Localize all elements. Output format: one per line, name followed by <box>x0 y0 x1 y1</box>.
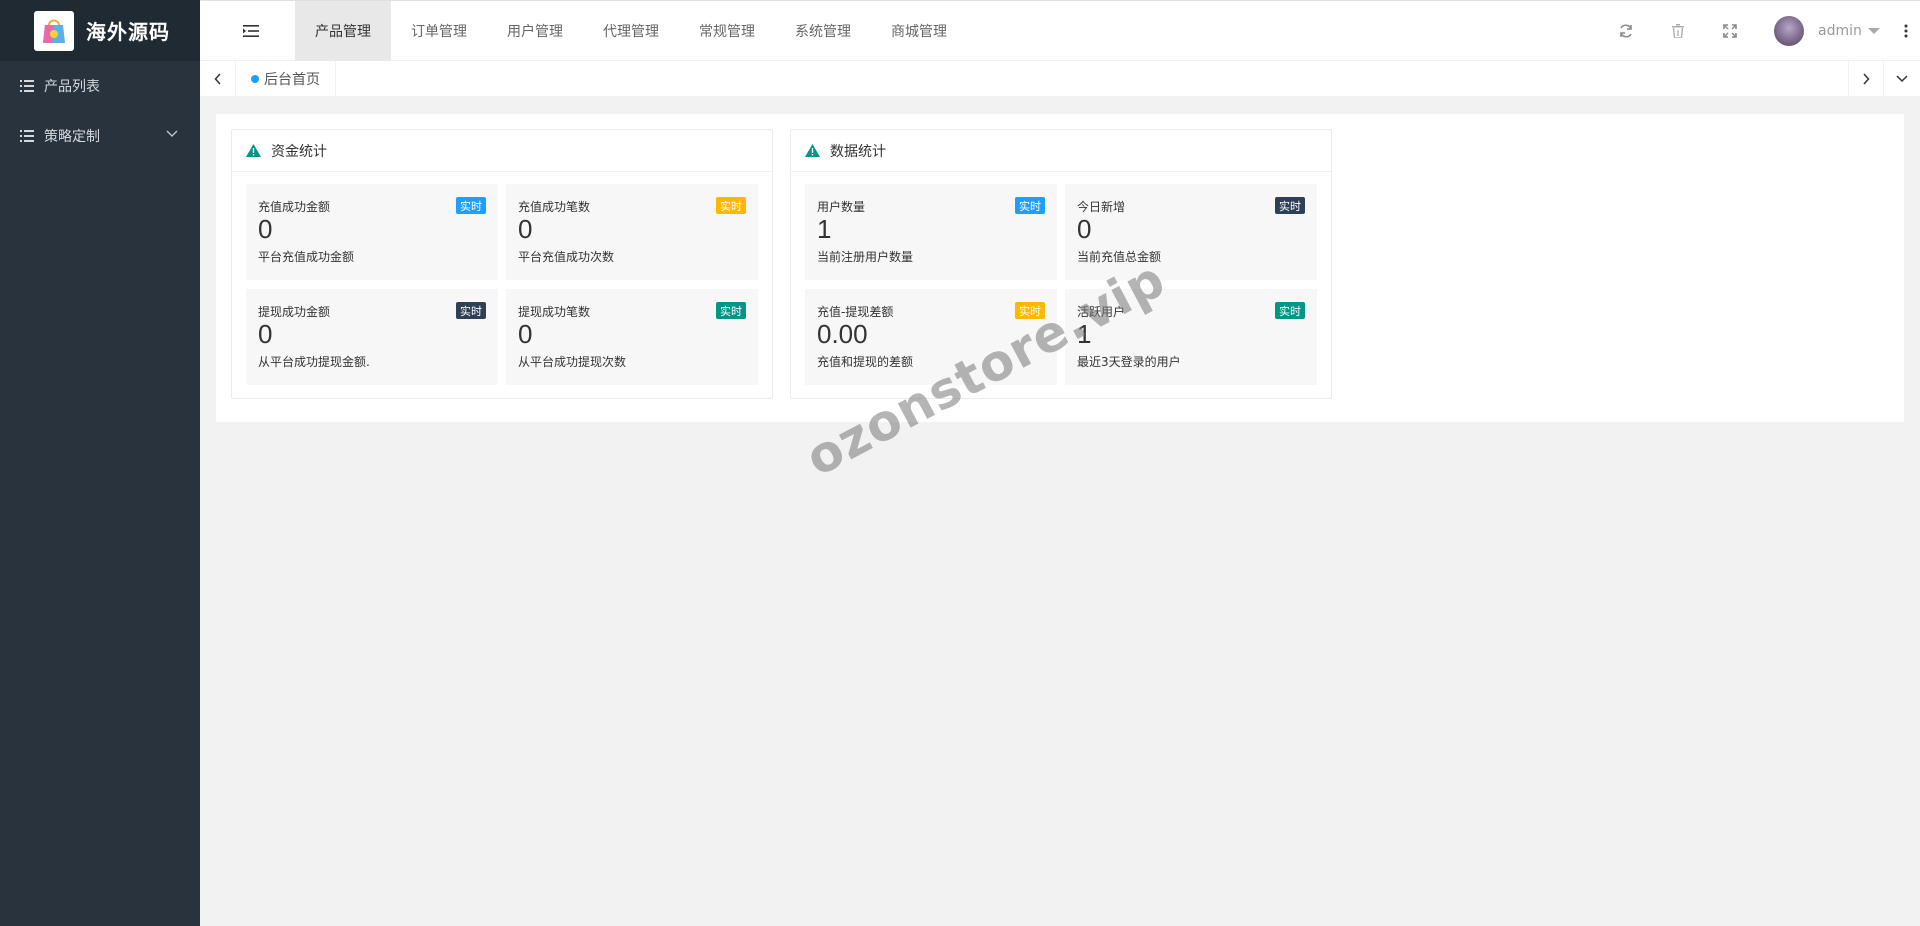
active-dot-icon <box>251 75 259 83</box>
logo-bag-icon <box>34 10 74 51</box>
tab-scroll-left[interactable] <box>200 61 236 97</box>
refresh-button[interactable] <box>1606 1 1646 61</box>
realtime-badge: 实时 <box>1275 302 1305 319</box>
panel-header: 数据统计 <box>791 130 1331 172</box>
stat-value: 0 <box>258 214 273 244</box>
stat-value: 1 <box>817 214 832 244</box>
logo[interactable]: 海外源码 <box>0 0 200 61</box>
avatar <box>1774 16 1804 46</box>
stat-title: 充值成功金额 <box>258 200 331 214</box>
nav-agent-management[interactable]: 代理管理 <box>583 1 679 61</box>
stat-card: 用户数量 实时 1 当前注册用户数量 <box>805 184 1057 280</box>
clear-cache-button[interactable] <box>1658 1 1698 61</box>
stat-card: 今日新增 实时 0 当前充值总金额 <box>1065 184 1317 280</box>
stat-title: 提现成功笔数 <box>518 305 591 319</box>
header: 产品管理 订单管理 用户管理 代理管理 常规管理 系统管理 商城管理 admin <box>200 0 1920 61</box>
username: admin <box>1818 23 1862 39</box>
realtime-badge: 实时 <box>1275 197 1305 214</box>
realtime-badge: 实时 <box>716 302 746 319</box>
stat-desc: 从平台成功提现金额. <box>258 355 370 369</box>
chevron-right-icon <box>1863 73 1870 85</box>
sidebar-item-label: 产品列表 <box>44 79 100 95</box>
refresh-icon <box>1620 24 1632 38</box>
sidebar-item-product-list[interactable]: 产品列表 <box>0 61 200 111</box>
nav-order-management[interactable]: 订单管理 <box>391 1 487 61</box>
more-vertical-icon <box>1904 24 1908 38</box>
panel-funds: 资金统计 充值成功金额 实时 0 平台充值成功金额 充值成功笔数 实时 0 平台… <box>231 129 773 399</box>
stat-title: 充值成功笔数 <box>518 200 591 214</box>
tab-options[interactable] <box>1884 61 1920 97</box>
menu-fold-icon <box>243 25 259 37</box>
nav-system-management[interactable]: 系统管理 <box>775 1 871 61</box>
top-nav: 产品管理 订单管理 用户管理 代理管理 常规管理 系统管理 商城管理 <box>295 1 967 61</box>
stat-value: 0 <box>1077 214 1092 244</box>
fullscreen-button[interactable] <box>1710 1 1750 61</box>
trash-icon <box>1672 24 1684 38</box>
stat-title: 充值-提现差额 <box>817 305 894 319</box>
chevron-left-icon <box>213 73 221 85</box>
nav-product-management[interactable]: 产品管理 <box>295 1 391 61</box>
nav-mall-management[interactable]: 商城管理 <box>871 1 967 61</box>
stat-card: 提现成功金额 实时 0 从平台成功提现金额. <box>246 289 498 385</box>
tab-bar: 后台首页 <box>200 61 1920 97</box>
sidebar-item-label: 策略定制 <box>44 129 100 145</box>
stat-title: 今日新增 <box>1077 200 1126 214</box>
list-icon <box>20 80 34 92</box>
realtime-badge: 实时 <box>716 197 746 214</box>
stat-value: 0 <box>258 319 273 349</box>
user-menu[interactable]: admin <box>1774 1 1880 61</box>
more-button[interactable] <box>1892 1 1920 61</box>
stat-desc: 最近3天登录的用户 <box>1077 355 1181 369</box>
fullscreen-icon <box>1723 24 1737 38</box>
tab-scroll-right[interactable] <box>1848 61 1884 97</box>
logo-text: 海外源码 <box>86 20 170 44</box>
stat-card: 提现成功笔数 实时 0 从平台成功提现次数 <box>506 289 758 385</box>
tab-home-label: 后台首页 <box>264 72 320 88</box>
stat-desc: 当前注册用户数量 <box>817 250 914 264</box>
stat-value: 0 <box>518 214 533 244</box>
nav-general-management[interactable]: 常规管理 <box>679 1 775 61</box>
realtime-badge: 实时 <box>1015 197 1045 214</box>
sidebar: 海外源码 产品列表 策略定制 <box>0 0 200 926</box>
stat-title: 用户数量 <box>817 200 866 214</box>
stat-value: 0.00 <box>817 319 868 349</box>
stat-desc: 从平台成功提现次数 <box>518 355 627 369</box>
panel-header: 资金统计 <box>232 130 772 172</box>
chevron-down-icon <box>166 130 178 138</box>
dashboard-card: 资金统计 充值成功金额 实时 0 平台充值成功金额 充值成功笔数 实时 0 平台… <box>216 114 1904 422</box>
stat-desc: 充值和提现的差额 <box>817 355 914 369</box>
stat-card: 充值成功金额 实时 0 平台充值成功金额 <box>246 184 498 280</box>
warning-icon <box>805 144 820 157</box>
stat-card: 充值成功笔数 实时 0 平台充值成功次数 <box>506 184 758 280</box>
sidebar-item-strategy[interactable]: 策略定制 <box>0 111 200 161</box>
tab-home[interactable]: 后台首页 <box>236 61 336 97</box>
stat-desc: 平台充值成功次数 <box>518 250 615 264</box>
nav-user-management[interactable]: 用户管理 <box>487 1 583 61</box>
realtime-badge: 实时 <box>456 197 486 214</box>
caret-down-icon <box>1867 28 1880 34</box>
warning-icon <box>246 144 261 157</box>
list-icon <box>20 130 34 142</box>
menu-fold-button[interactable] <box>224 1 278 61</box>
stat-title: 提现成功金额 <box>258 305 331 319</box>
realtime-badge: 实时 <box>456 302 486 319</box>
panel-title: 数据统计 <box>830 143 886 160</box>
panel-title: 资金统计 <box>271 143 327 160</box>
stat-value: 0 <box>518 319 533 349</box>
stat-desc: 平台充值成功金额 <box>258 250 355 264</box>
chevron-down-icon <box>1896 75 1908 83</box>
